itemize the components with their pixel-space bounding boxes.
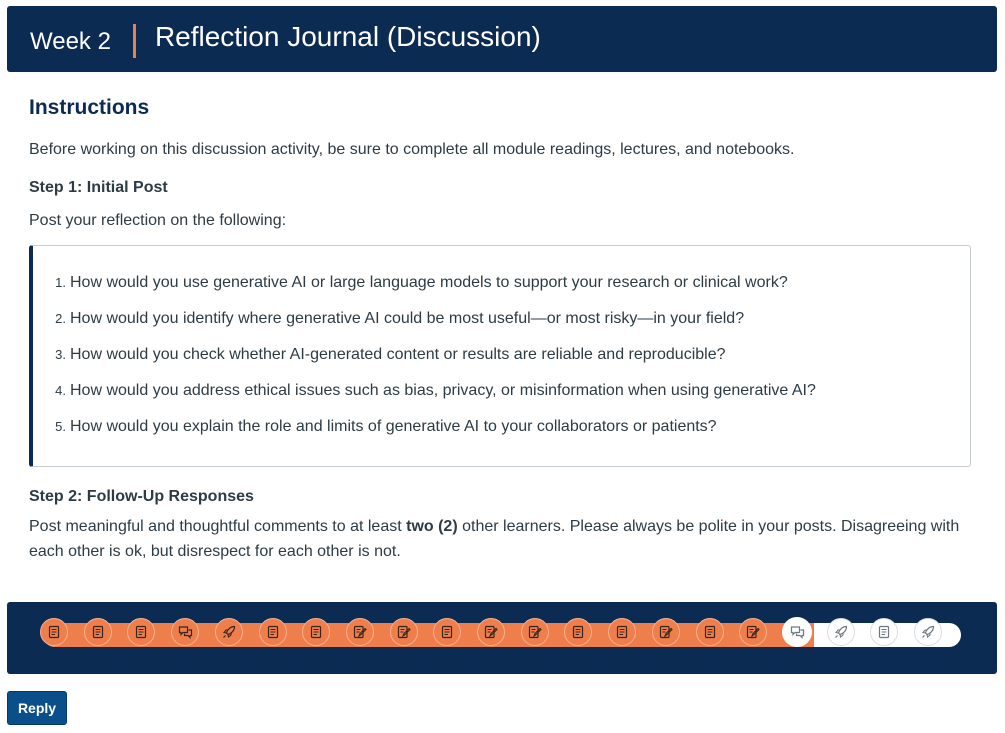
question-item: 5. How would you explain the role and li… [53,416,970,438]
question-number: 4. [55,383,66,398]
discussion-icon[interactable] [782,617,812,647]
question-item: 3. How would you check whether AI-genera… [53,344,970,366]
page-icon[interactable] [608,618,636,646]
step2-heading: Step 2: Follow-Up Responses [29,488,254,505]
assignment-icon[interactable] [477,618,505,646]
assignment-icon[interactable] [346,618,374,646]
question-number: 5. [55,419,66,434]
week-label: Week 2 [30,28,111,55]
instructions-heading: Instructions [29,96,150,119]
page-title: Reflection Journal (Discussion) [154,21,541,52]
discussion-icon[interactable] [171,618,199,646]
question-text: How would you check whether AI-generated… [70,346,726,363]
reply-button[interactable]: Reply [7,691,67,725]
question-number: 1. [55,275,66,290]
rocket-icon[interactable] [827,618,855,646]
assignment-icon[interactable] [521,618,549,646]
step1-text: Post your reflection on the following: [29,212,287,229]
rocket-icon[interactable] [914,618,942,646]
question-text: How would you address ethical issues suc… [70,382,816,399]
step2-text-pre: Post meaningful and thoughtful comments … [29,518,407,535]
page-icon[interactable] [433,618,461,646]
question-number: 3. [55,347,66,362]
page-header: Week 2 Reflection Journal (Discussion) [7,6,997,72]
assignment-icon[interactable] [739,618,767,646]
page-icon[interactable] [870,618,898,646]
rocket-icon[interactable] [215,618,243,646]
step1-heading: Step 1: Initial Post [29,179,168,196]
page-icon[interactable] [302,618,330,646]
assignment-icon[interactable] [390,618,418,646]
step2-text-bold: two (2) [406,518,458,535]
page-icon[interactable] [564,618,592,646]
question-text: How would you use generative AI or large… [70,274,788,291]
question-number: 2. [55,311,66,326]
page-icon[interactable] [259,618,287,646]
question-text: How would you explain the role and limit… [70,418,717,435]
page-icon[interactable] [40,618,68,646]
question-list-box: 1. How would you use generative AI or la… [29,245,971,467]
question-list: 1. How would you use generative AI or la… [53,272,970,438]
question-item: 1. How would you use generative AI or la… [53,272,970,294]
assignment-icon[interactable] [652,618,680,646]
discussion-content: Instructions Before working on this disc… [29,96,979,564]
text-size-icon[interactable] [8,2,40,26]
question-text: How would you identify where generative … [70,310,745,327]
question-item: 2. How would you identify where generati… [53,308,970,330]
module-progress-bar [7,602,997,674]
page-icon[interactable] [84,618,112,646]
header-divider [132,24,136,58]
page-icon[interactable] [127,618,155,646]
page-icon[interactable] [696,618,724,646]
step2-text: Post meaningful and thoughtful comments … [29,514,979,564]
question-item: 4. How would you address ethical issues … [53,380,970,402]
intro-text: Before working on this discussion activi… [29,141,795,158]
